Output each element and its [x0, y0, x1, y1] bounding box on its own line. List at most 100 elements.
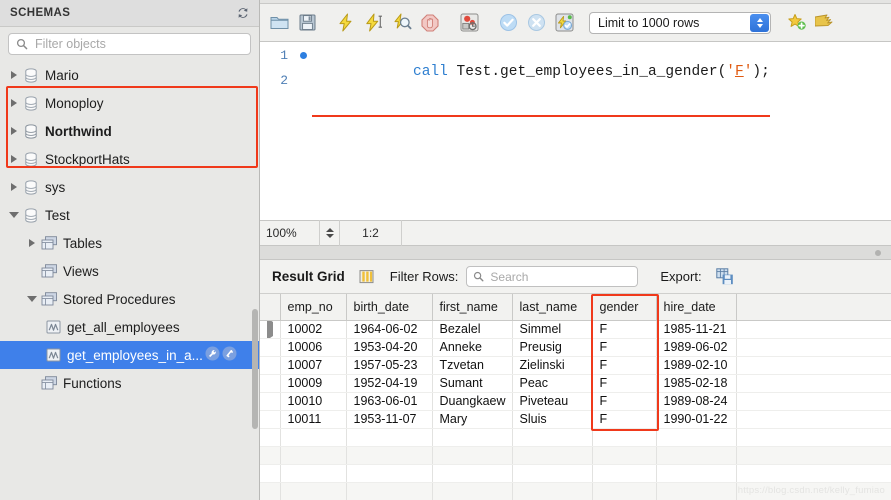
table-row[interactable]: 10011 1953-11-07 Mary Sluis F 1990-01-22: [260, 410, 891, 429]
empty-cell[interactable]: [592, 446, 657, 465]
sql-statement[interactable]: call Test.get_employees_in_a_gender('F')…: [312, 48, 770, 117]
disclosure-triangle-icon[interactable]: [6, 99, 22, 107]
cell-gender[interactable]: F: [592, 320, 657, 339]
row-marker[interactable]: [260, 320, 281, 339]
table-row[interactable]: 10002 1964-06-02 Bezalel Simmel F 1985-1…: [260, 320, 891, 339]
disclosure-triangle-icon[interactable]: [24, 296, 40, 302]
cell-gender[interactable]: F: [592, 392, 657, 411]
cell-last_name[interactable]: Piveteau: [512, 392, 593, 411]
cell-emp_no[interactable]: 10007: [280, 356, 347, 375]
disclosure-triangle-icon[interactable]: [6, 127, 22, 135]
pane-splitter[interactable]: [260, 246, 891, 260]
cell-birth_date[interactable]: 1957-05-23: [346, 356, 433, 375]
cell-first_name[interactable]: Duangkaew: [432, 392, 513, 411]
row-marker[interactable]: [260, 356, 281, 375]
tree-item-get-all-employees[interactable]: get_all_employees: [0, 313, 259, 341]
row-marker[interactable]: [260, 392, 281, 411]
empty-cell[interactable]: [512, 464, 593, 483]
cell-hire_date[interactable]: 1990-01-22: [656, 410, 737, 429]
cell-emp_no[interactable]: 10006: [280, 338, 347, 357]
cell-gender[interactable]: F: [592, 356, 657, 375]
filter-rows-input[interactable]: [488, 268, 632, 285]
filter-objects-input[interactable]: [33, 36, 243, 52]
table-row[interactable]: 10009 1952-04-19 Sumant Peac F 1985-02-1…: [260, 374, 891, 393]
cell-first_name[interactable]: Mary: [432, 410, 513, 429]
row-marker[interactable]: [260, 410, 281, 429]
tree-item-views[interactable]: Views: [0, 257, 259, 285]
filter-objects-box[interactable]: [8, 33, 251, 55]
limit-rows-select[interactable]: Limit to 1000 rows: [589, 11, 771, 34]
cell-gender[interactable]: F: [592, 410, 657, 429]
cell-gender[interactable]: F: [592, 338, 657, 357]
export-recordset-icon[interactable]: [715, 268, 734, 285]
cell-gender[interactable]: F: [592, 374, 657, 393]
empty-cell[interactable]: [346, 446, 433, 465]
tree-item-functions[interactable]: Functions: [0, 369, 259, 397]
column-header-gender[interactable]: gender: [592, 294, 657, 321]
cell-birth_date[interactable]: 1952-04-19: [346, 374, 433, 393]
toggle-stop-on-error-icon[interactable]: [456, 10, 482, 36]
cell-last_name[interactable]: Preusig: [512, 338, 593, 357]
autocommit-icon[interactable]: [551, 10, 577, 36]
sql-editor[interactable]: 1 call Test.get_employees_in_a_gender('F…: [260, 42, 891, 220]
tree-item-get-employees-in-a-gender[interactable]: get_employees_in_a...: [0, 341, 259, 369]
cell-hire_date[interactable]: 1985-02-18: [656, 374, 737, 393]
tree-item-mario[interactable]: Mario: [0, 61, 259, 89]
execute-current-statement-icon[interactable]: [361, 10, 387, 36]
cell-birth_date[interactable]: 1963-06-01: [346, 392, 433, 411]
disclosure-triangle-icon[interactable]: [6, 71, 22, 79]
empty-cell[interactable]: [346, 482, 433, 500]
stop-query-icon[interactable]: [417, 10, 443, 36]
row-marker[interactable]: [260, 446, 281, 465]
empty-row[interactable]: [260, 428, 891, 447]
column-header-last_name[interactable]: last_name: [512, 294, 593, 321]
tree-item-stored-procedures[interactable]: Stored Procedures: [0, 285, 259, 313]
row-marker[interactable]: [260, 338, 281, 357]
tree-item-sys[interactable]: sys: [0, 173, 259, 201]
disclosure-triangle-icon[interactable]: [6, 183, 22, 191]
cell-birth_date[interactable]: 1964-06-02: [346, 320, 433, 339]
empty-cell[interactable]: [280, 428, 347, 447]
cell-last_name[interactable]: Zielinski: [512, 356, 593, 375]
column-header-hire_date[interactable]: hire_date: [656, 294, 737, 321]
wrench-icon[interactable]: [205, 346, 220, 364]
cell-hire_date[interactable]: 1989-02-10: [656, 356, 737, 375]
cell-emp_no[interactable]: 10002: [280, 320, 347, 339]
cell-emp_no[interactable]: 10011: [280, 410, 347, 429]
empty-cell[interactable]: [592, 428, 657, 447]
cell-birth_date[interactable]: 1953-11-07: [346, 410, 433, 429]
empty-row[interactable]: [260, 464, 891, 483]
refresh-icon[interactable]: [235, 5, 251, 21]
column-header-first_name[interactable]: first_name: [432, 294, 513, 321]
zoom-stepper[interactable]: [320, 220, 340, 246]
empty-cell[interactable]: [432, 428, 513, 447]
empty-cell[interactable]: [592, 464, 657, 483]
row-marker[interactable]: [260, 428, 281, 447]
beautify-sql-icon[interactable]: [812, 10, 838, 36]
row-marker[interactable]: [260, 464, 281, 483]
row-marker[interactable]: [260, 482, 281, 500]
table-row[interactable]: 10007 1957-05-23 Tzvetan Zielinski F 198…: [260, 356, 891, 375]
table-row[interactable]: 10010 1963-06-01 Duangkaew Piveteau F 19…: [260, 392, 891, 411]
empty-cell[interactable]: [346, 464, 433, 483]
cell-last_name[interactable]: Peac: [512, 374, 593, 393]
empty-cell[interactable]: [656, 428, 737, 447]
empty-cell[interactable]: [656, 464, 737, 483]
empty-cell[interactable]: [656, 446, 737, 465]
cell-emp_no[interactable]: 10009: [280, 374, 347, 393]
empty-cell[interactable]: [432, 446, 513, 465]
cell-birth_date[interactable]: 1953-04-20: [346, 338, 433, 357]
cell-first_name[interactable]: Tzvetan: [432, 356, 513, 375]
disclosure-triangle-icon[interactable]: [6, 155, 22, 163]
cell-hire_date[interactable]: 1989-08-24: [656, 392, 737, 411]
empty-cell[interactable]: [432, 464, 513, 483]
column-header-birth_date[interactable]: birth_date: [346, 294, 433, 321]
cell-last_name[interactable]: Sluis: [512, 410, 593, 429]
empty-cell[interactable]: [280, 482, 347, 500]
cell-first_name[interactable]: Bezalel: [432, 320, 513, 339]
column-header-emp_no[interactable]: emp_no: [280, 294, 347, 321]
empty-cell[interactable]: [280, 464, 347, 483]
commit-icon[interactable]: [495, 10, 521, 36]
empty-cell[interactable]: [432, 482, 513, 500]
info-icon[interactable]: [222, 346, 237, 364]
